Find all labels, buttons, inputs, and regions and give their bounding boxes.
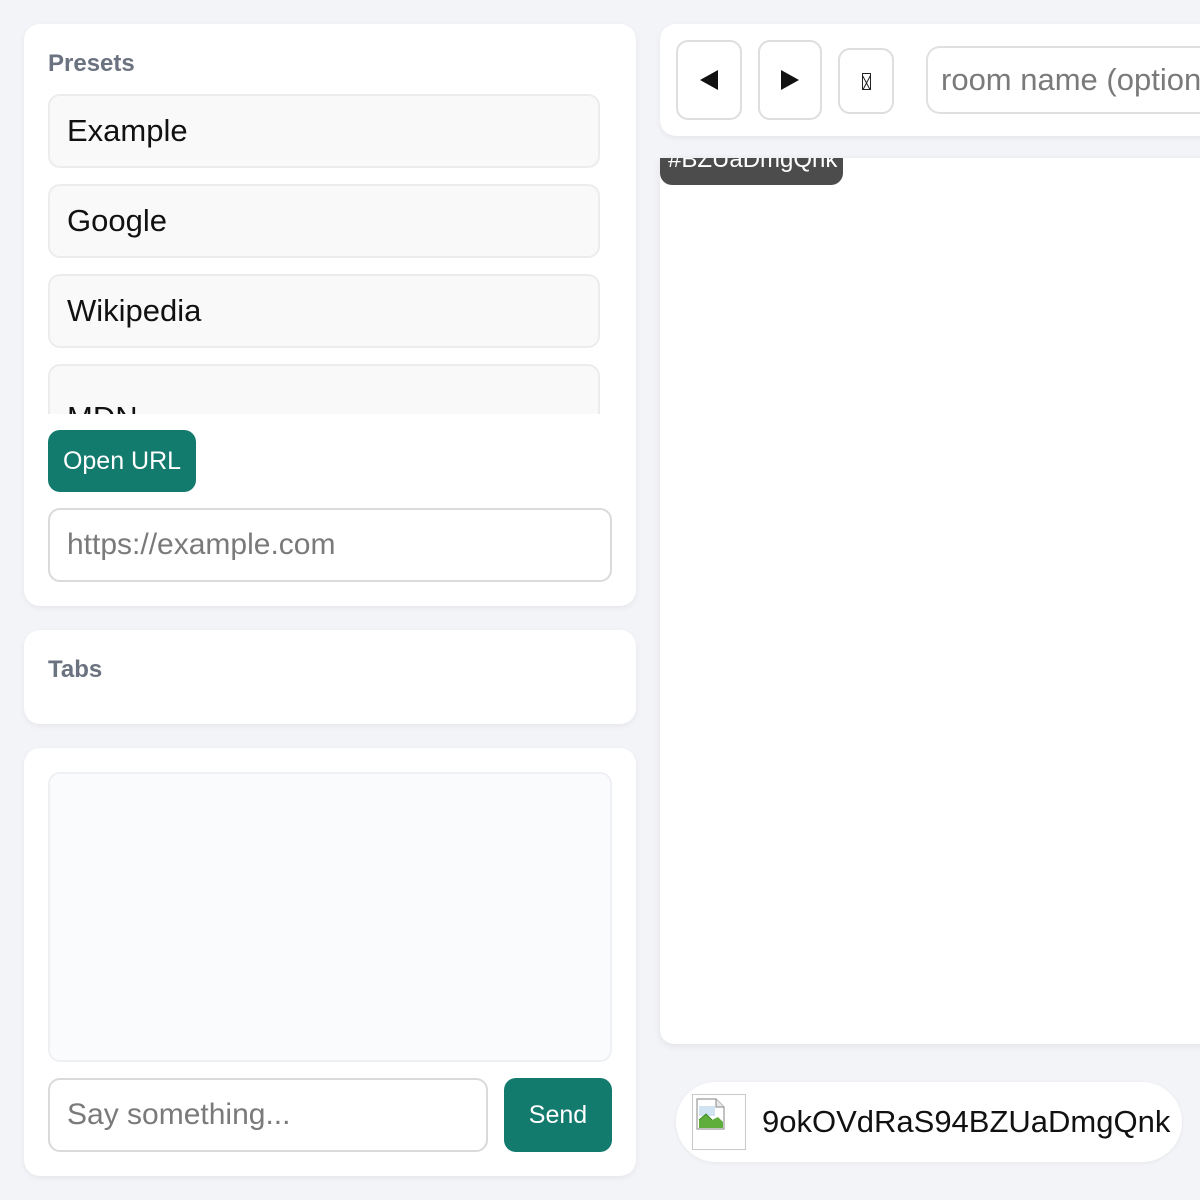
user-badge: 9okOVdRaS94BZUaDmgQnk (676, 1082, 1182, 1162)
preset-item-label: Google (67, 203, 167, 238)
missing-glyph-icon (861, 72, 871, 90)
send-button[interactable]: Send (504, 1078, 612, 1152)
back-button[interactable] (676, 40, 742, 120)
viewer-tag: #BZUaDmgQnk (660, 158, 843, 185)
presets-panel: Presets Example Google Wikipedia MDN Ope… (24, 24, 636, 606)
preset-item-label: Example (67, 113, 188, 148)
chat-message-input[interactable] (48, 1078, 488, 1152)
browser-toolbar (660, 24, 1200, 136)
preset-item-label: MDN (67, 400, 138, 414)
back-arrow-icon (700, 70, 718, 90)
room-name-input[interactable] (926, 46, 1200, 114)
broken-image-icon (696, 1098, 725, 1130)
preset-item-example[interactable]: Example (48, 94, 600, 168)
chat-panel: Send (24, 748, 636, 1176)
browser-viewport[interactable]: #BZUaDmgQnk (660, 158, 1200, 1044)
tabs-panel: Tabs (24, 630, 636, 724)
chat-log[interactable] (48, 772, 612, 1062)
preset-list[interactable]: Example Google Wikipedia MDN (48, 94, 600, 414)
extra-toolbar-button[interactable] (838, 48, 894, 114)
forward-arrow-icon (781, 70, 799, 90)
presets-title: Presets (48, 50, 135, 77)
viewer-tag-text: #BZUaDmgQnk (668, 158, 838, 173)
preset-item-google[interactable]: Google (48, 184, 600, 258)
tabs-title: Tabs (48, 656, 103, 683)
preset-item-label: Wikipedia (67, 293, 202, 328)
preset-item-wikipedia[interactable]: Wikipedia (48, 274, 600, 348)
user-name: 9okOVdRaS94BZUaDmgQnk (762, 1104, 1171, 1139)
open-url-button[interactable]: Open URL (48, 430, 196, 492)
forward-button[interactable] (758, 40, 822, 120)
url-input[interactable] (48, 508, 612, 582)
avatar (692, 1094, 746, 1150)
preset-item-mdn[interactable]: MDN (48, 364, 600, 414)
